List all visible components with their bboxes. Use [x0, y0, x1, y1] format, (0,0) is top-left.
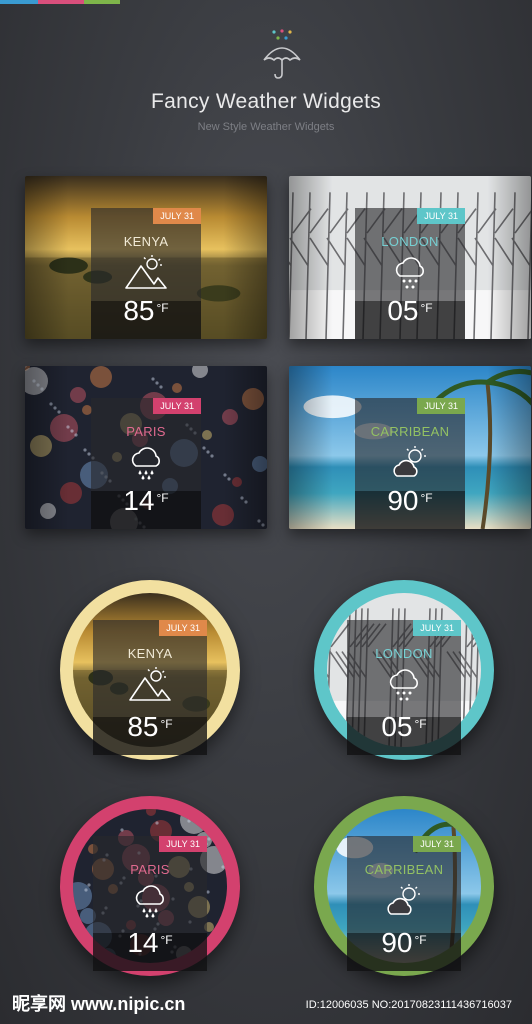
watermark-site: 昵享网 www.nipic.cn [12, 994, 186, 1014]
weather-ring-kenya[interactable]: JULY 31 KENYA 85 °F [60, 580, 240, 760]
city-name: PARIS [130, 862, 170, 877]
temperature: 14 °F [123, 485, 169, 516]
weather-panel: JULY 31 KENYA 85 °F [91, 208, 201, 339]
city-name: CARRIBEAN [364, 862, 444, 877]
weather-panel: JULY 31 CARRIBEAN 90 °F [355, 398, 465, 529]
city-name: KENYA [123, 234, 169, 249]
temperature: 85 °F [123, 295, 169, 326]
weather-panel: JULY 31 LONDON 05 °F [347, 620, 461, 755]
weather-panel: JULY 31 KENYA 85 °F [93, 620, 207, 755]
city-name: LONDON [375, 646, 433, 661]
top-color-bar [0, 0, 532, 4]
temperature: 90 °F [381, 927, 427, 958]
sun-cloud-icon [383, 882, 425, 923]
watermark-id: ID:12006035 NO:20170823111436716037 [305, 999, 512, 1011]
date-badge: JULY 31 [413, 836, 461, 852]
weather-ring-london[interactable]: JULY 31 LONDON 05 °F [314, 580, 494, 760]
page-subtitle: New Style Weather Widgets [197, 121, 335, 133]
umbrella-rain-icon [263, 29, 301, 79]
weather-card-carribean[interactable]: JULY 31 CARRIBEAN 90 °F [289, 366, 531, 529]
city-name: PARIS [126, 424, 166, 439]
mountain-sun-icon [124, 254, 168, 295]
sun-cloud-icon [389, 444, 431, 485]
date-badge: JULY 31 [153, 398, 201, 414]
temperature: 14 °F [127, 927, 173, 958]
rain-cloud-icon [130, 882, 170, 925]
weather-panel: JULY 31 CARRIBEAN 90 °F [347, 836, 461, 971]
weather-panel: JULY 31 PARIS 14 °F [91, 398, 201, 529]
snow-cloud-icon [384, 666, 424, 709]
weather-card-london[interactable]: JULY 31 LONDON 05 °F [289, 176, 531, 339]
temperature: 05 °F [387, 295, 433, 326]
city-name: CARRIBEAN [370, 424, 450, 439]
temperature: 05 °F [381, 711, 427, 742]
rain-cloud-icon [126, 444, 166, 487]
city-name: KENYA [127, 646, 173, 661]
date-badge: JULY 31 [153, 208, 201, 224]
snow-cloud-icon [390, 254, 430, 297]
date-badge: JULY 31 [159, 836, 207, 852]
temperature: 85 °F [127, 711, 173, 742]
date-badge: JULY 31 [417, 398, 465, 414]
weather-card-paris[interactable]: JULY 31 PARIS 14 °F [25, 366, 267, 529]
date-badge: JULY 31 [413, 620, 461, 636]
date-badge: JULY 31 [417, 208, 465, 224]
weather-ring-paris[interactable]: JULY 31 PARIS 14 °F [60, 796, 240, 976]
weather-ring-carribean[interactable]: JULY 31 CARRIBEAN 90 °F [314, 796, 494, 976]
weather-panel: JULY 31 LONDON 05 °F [355, 208, 465, 339]
mountain-sun-icon [128, 666, 172, 707]
weather-card-kenya[interactable]: JULY 31 KENYA 85 °F [25, 176, 267, 339]
weather-panel: JULY 31 PARIS 14 °F [93, 836, 207, 971]
city-name: LONDON [381, 234, 439, 249]
temperature: 90 °F [387, 485, 433, 516]
date-badge: JULY 31 [159, 620, 207, 636]
page-title: Fancy Weather Widgets [151, 90, 381, 113]
